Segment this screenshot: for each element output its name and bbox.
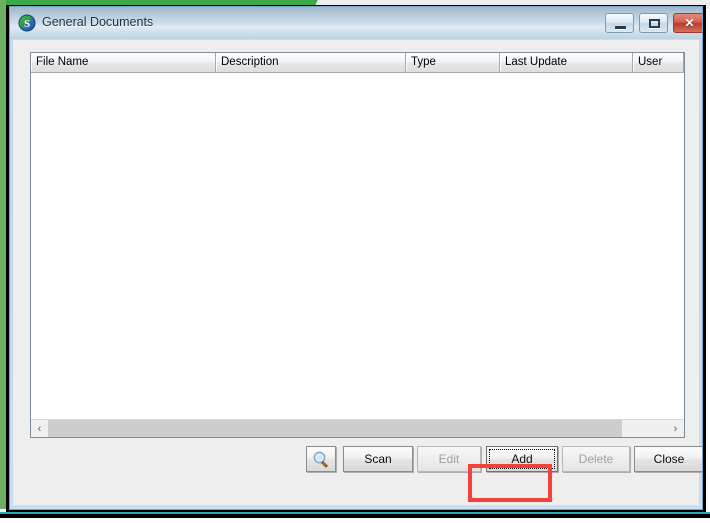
scrollbar-thumb[interactable] (48, 420, 622, 437)
dialog-body: File Name Description Type Last Update U… (13, 39, 702, 505)
app-s-badge-icon: S (18, 14, 36, 32)
column-header-label: Description (221, 56, 279, 68)
search-button[interactable] (306, 446, 336, 472)
column-header-label: Type (411, 56, 436, 68)
scan-button-label: Scan (364, 452, 392, 466)
add-button-label: Add (511, 452, 533, 466)
maximize-button[interactable] (639, 13, 668, 33)
list-header-row: File Name Description Type Last Update U… (31, 53, 684, 73)
background-bottom-black-line (0, 514, 710, 518)
add-button[interactable]: Add (486, 446, 558, 472)
column-header-label: User (638, 56, 663, 68)
column-header-user[interactable]: User (633, 53, 684, 72)
delete-button-label: Delete (578, 452, 614, 466)
scroll-right-arrow-icon[interactable]: › (667, 420, 684, 437)
column-header-file-name[interactable]: File Name (31, 53, 216, 72)
close-button[interactable]: Close (634, 446, 702, 472)
title-bar[interactable]: S General Documents ✕ (10, 7, 702, 39)
close-button-label: Close (653, 452, 685, 466)
column-header-label: File Name (36, 56, 89, 68)
svg-text:S: S (24, 18, 30, 30)
documents-list[interactable]: File Name Description Type Last Update U… (30, 52, 685, 438)
magnifier-icon (312, 451, 330, 468)
column-header-type[interactable]: Type (406, 53, 500, 72)
maximize-icon (649, 19, 660, 28)
minimize-icon (615, 26, 626, 29)
column-header-label: Last Update (505, 56, 568, 68)
edit-button: Edit (417, 446, 481, 472)
scrollbar-track[interactable] (48, 420, 667, 437)
window-title: General Documents (42, 15, 154, 29)
edit-button-label: Edit (438, 452, 460, 466)
scroll-left-arrow-icon[interactable]: ‹ (31, 420, 48, 437)
minimize-button[interactable] (605, 13, 634, 33)
list-rows-area[interactable] (31, 73, 684, 418)
close-window-button[interactable]: ✕ (673, 13, 702, 33)
screen-root: S General Documents ✕ File Name Descript… (0, 0, 710, 523)
scan-button[interactable]: Scan (343, 446, 413, 472)
column-header-last-update[interactable]: Last Update (500, 53, 633, 72)
column-header-description[interactable]: Description (216, 53, 406, 72)
delete-button: Delete (562, 446, 630, 472)
close-icon: ✕ (684, 16, 695, 30)
general-documents-window: S General Documents ✕ File Name Descript… (9, 6, 703, 510)
horizontal-scrollbar[interactable]: ‹ › (31, 419, 684, 437)
